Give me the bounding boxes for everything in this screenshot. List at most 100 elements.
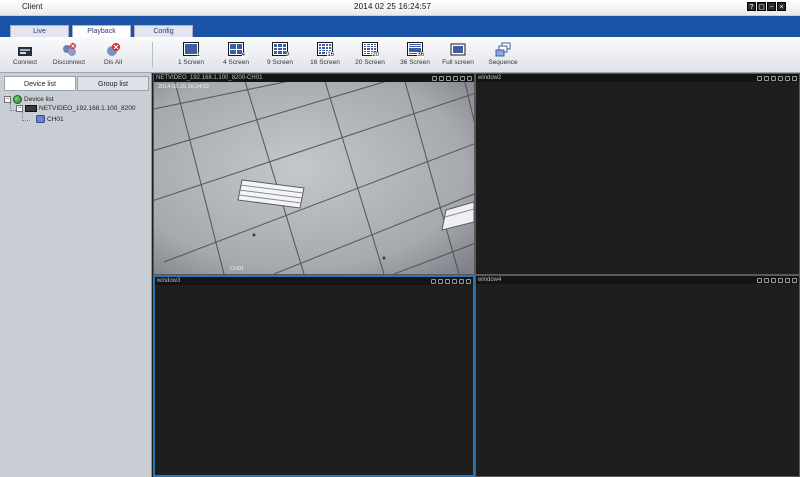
record-icon[interactable] <box>771 75 776 81</box>
screen9-label: 9 Screen <box>266 59 294 66</box>
screen4-button[interactable]: 4 4 Screen <box>216 40 256 72</box>
disconnect-all-label: Dis All <box>103 59 123 66</box>
snapshot-icon[interactable] <box>438 278 443 284</box>
window-title: Client <box>22 2 43 11</box>
sequence-label: Sequence <box>488 59 518 66</box>
disconnect-button[interactable]: Disconnect <box>49 40 89 72</box>
screen36-button[interactable]: 36 36 Screen <box>395 40 435 72</box>
toolbar-separator <box>152 42 153 68</box>
four-screen-icon: 4 <box>228 42 245 58</box>
toolbar: Connect Disconnect Dis All 1 1 Screen 4 <box>0 37 800 73</box>
screen20-label: 20 Screen <box>355 59 385 66</box>
nine-screen-icon: 9 <box>272 42 289 58</box>
record-icon[interactable] <box>445 278 450 284</box>
talk-icon[interactable] <box>460 75 465 81</box>
zoom-icon[interactable] <box>757 277 762 283</box>
pane-title: window4 <box>476 276 799 284</box>
video-feed: 2014-02-25 16:24:52 CH01 <box>154 82 474 274</box>
tab-live[interactable]: Live <box>10 25 69 37</box>
tree-root-node[interactable]: − Device list <box>4 95 54 104</box>
pane-controls <box>757 276 797 284</box>
close-button[interactable]: × <box>777 2 786 11</box>
close-icon[interactable] <box>792 277 797 283</box>
tab-config[interactable]: Config <box>134 25 193 37</box>
minimize-button[interactable]: − <box>767 2 776 11</box>
close-icon[interactable] <box>466 278 471 284</box>
sixteen-screen-icon: 16 <box>317 42 334 58</box>
collapse-icon[interactable]: − <box>16 105 23 112</box>
pane-controls <box>432 74 472 82</box>
one-screen-icon: 1 <box>183 42 200 58</box>
zoom-icon[interactable] <box>432 75 437 81</box>
restore-button[interactable]: ▢ <box>757 2 766 11</box>
device-tree: − Device list − NETVIDEO_192.168.1.100_8… <box>2 93 150 475</box>
connect-button[interactable]: Connect <box>5 40 45 72</box>
screen4-label: 4 Screen <box>222 59 250 66</box>
disconnect-icon <box>61 42 77 58</box>
disconnect-label: Disconnect <box>52 59 86 66</box>
pane-title: NETVIDEO_192.168.1.100_8200-CH01 <box>154 74 474 82</box>
camera-icon <box>36 115 45 123</box>
disconnect-all-button[interactable]: Dis All <box>93 40 133 72</box>
audio-icon[interactable] <box>452 278 457 284</box>
zoom-icon[interactable] <box>431 278 436 284</box>
globe-icon <box>13 95 22 104</box>
fullscreen-button[interactable]: Full screen <box>438 40 478 72</box>
screen20-button[interactable]: 20 20 Screen <box>350 40 390 72</box>
zoom-icon[interactable] <box>757 75 762 81</box>
tree-channel-node[interactable]: CH01 <box>36 115 64 123</box>
ceiling-camera-image <box>154 82 474 274</box>
video-pane-3[interactable]: window3 <box>153 275 475 477</box>
connect-icon <box>17 42 33 58</box>
audio-icon[interactable] <box>453 75 458 81</box>
screen16-label: 16 Screen <box>310 59 340 66</box>
video-channel-osd: CH01 <box>230 266 245 272</box>
snapshot-icon[interactable] <box>439 75 444 81</box>
thirty-six-screen-icon: 36 <box>407 42 424 58</box>
sequence-button[interactable]: Sequence <box>483 40 523 72</box>
collapse-icon[interactable]: − <box>4 96 11 103</box>
video-pane-1[interactable]: NETVIDEO_192.168.1.100_8200-CH01 2014-02… <box>153 73 475 275</box>
talk-icon[interactable] <box>785 277 790 283</box>
audio-icon[interactable] <box>778 277 783 283</box>
video-timestamp: 2014-02-25 16:24:52 <box>158 84 210 90</box>
disconnect-all-icon <box>105 42 121 58</box>
tree-device-label: NETVIDEO_192.168.1.100_8200 <box>39 105 136 112</box>
pane-title: window2 <box>476 74 799 82</box>
connect-label: Connect <box>12 59 38 66</box>
client-app: Client 2014 02 25 16:24:57 ? ▢ − × Live … <box>0 0 800 477</box>
tree-channel-label: CH01 <box>47 115 64 123</box>
device-panel: Device list Group list − Device list − N… <box>0 73 152 477</box>
record-icon[interactable] <box>446 75 451 81</box>
screen36-label: 36 Screen <box>400 59 430 66</box>
tree-root-label: Device list <box>24 96 54 103</box>
window-controls: ? ▢ − × <box>747 2 786 11</box>
fullscreen-label: Full screen <box>442 59 474 66</box>
tab-group-list[interactable]: Group list <box>77 76 149 91</box>
help-button[interactable]: ? <box>747 2 756 11</box>
video-pane-4[interactable]: window4 <box>475 275 800 477</box>
close-icon[interactable] <box>467 75 472 81</box>
tab-playback[interactable]: Playback <box>72 25 131 37</box>
screen1-button[interactable]: 1 1 Screen <box>171 40 211 72</box>
tab-device-list[interactable]: Device list <box>4 76 76 91</box>
pane-controls <box>431 277 471 285</box>
screen9-button[interactable]: 9 9 Screen <box>260 40 300 72</box>
sequence-icon <box>495 42 511 58</box>
snapshot-icon[interactable] <box>764 75 769 81</box>
close-icon[interactable] <box>792 75 797 81</box>
dvr-device-icon <box>25 105 37 112</box>
twenty-screen-icon: 20 <box>362 42 379 58</box>
record-icon[interactable] <box>771 277 776 283</box>
tree-device-node[interactable]: − NETVIDEO_192.168.1.100_8200 <box>16 105 135 112</box>
screen1-label: 1 Screen <box>177 59 205 66</box>
talk-icon[interactable] <box>459 278 464 284</box>
datetime-display: 2014 02 25 16:24:57 <box>354 2 432 11</box>
talk-icon[interactable] <box>785 75 790 81</box>
audio-icon[interactable] <box>778 75 783 81</box>
screen16-button[interactable]: 16 16 Screen <box>305 40 345 72</box>
main-tab-bar: Live Playback Config <box>0 16 800 37</box>
video-pane-2[interactable]: window2 <box>475 73 800 275</box>
tree-connector <box>22 112 30 121</box>
snapshot-icon[interactable] <box>764 277 769 283</box>
